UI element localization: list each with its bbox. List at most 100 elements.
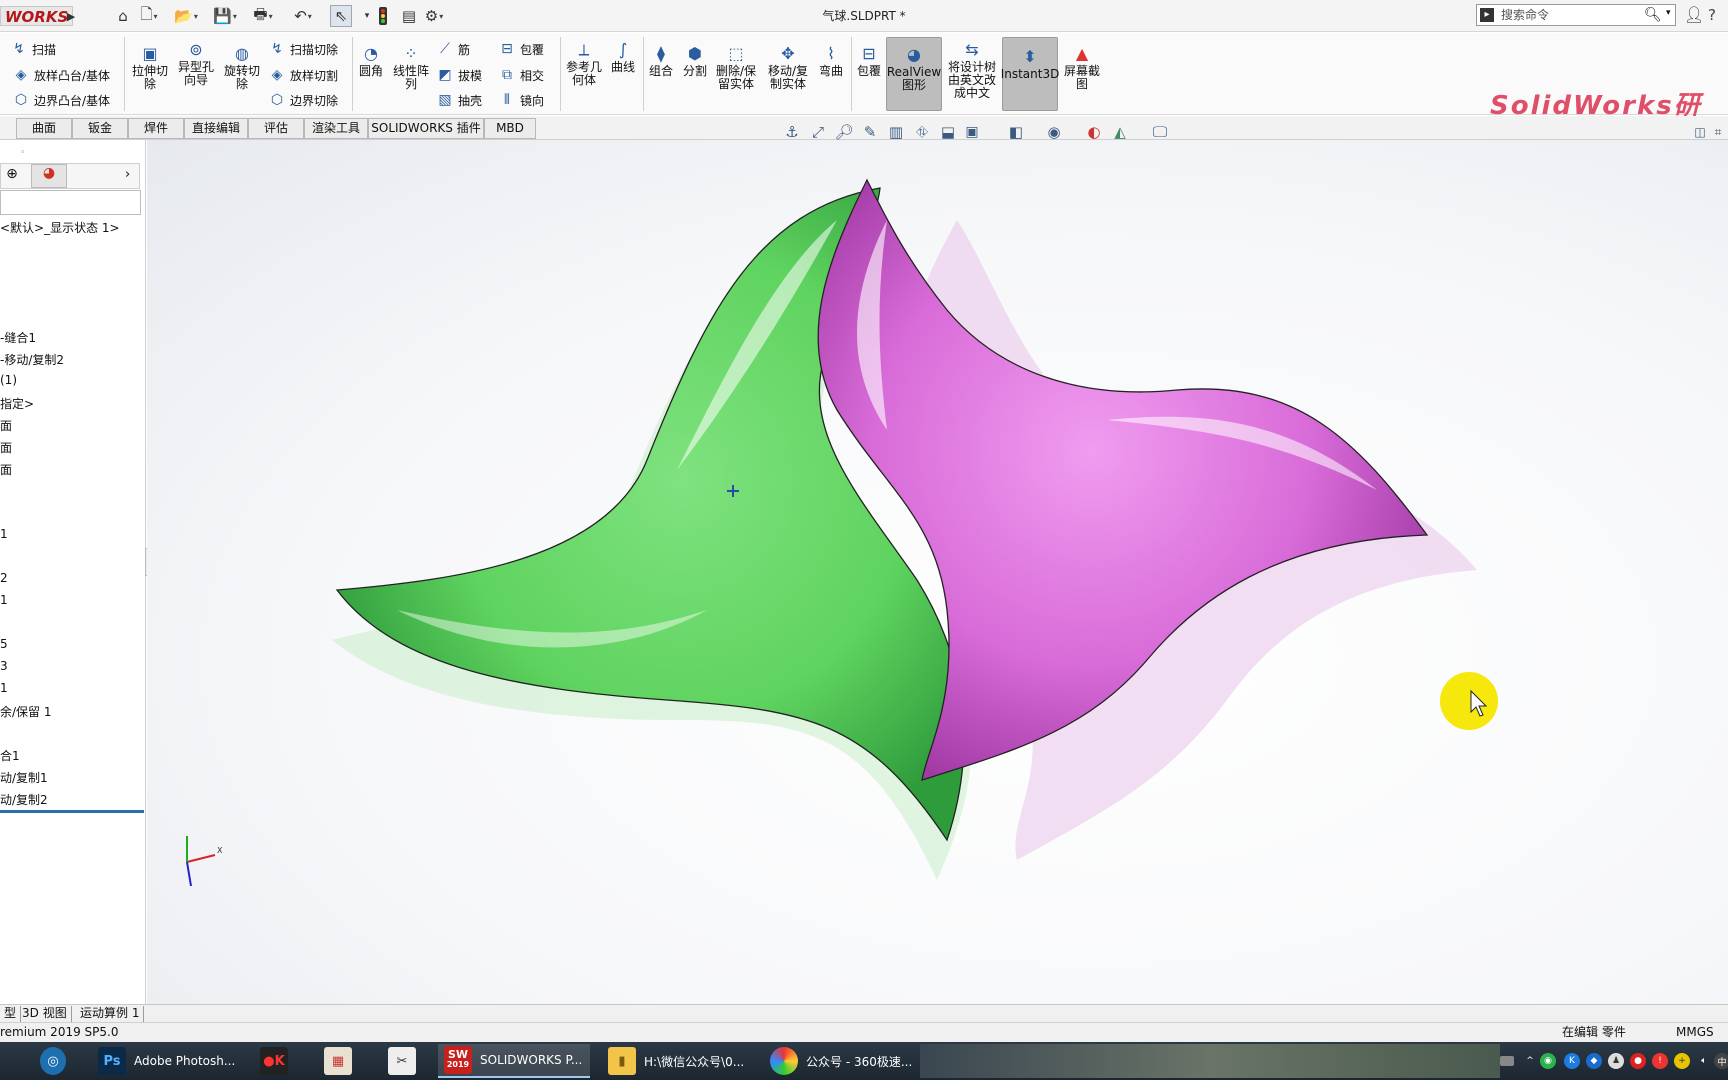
- task-pane-toggle-icon[interactable]: ◫: [1690, 122, 1710, 142]
- tree-item-plane-right[interactable]: 面: [0, 461, 12, 478]
- extruded-cut-button[interactable]: ▣ 拉伸切除: [130, 43, 170, 91]
- edit-appearance-icon[interactable]: ◉: [1044, 122, 1064, 142]
- tab-motion-study[interactable]: 运动算例 1: [76, 1006, 145, 1022]
- tree-item-feature-e[interactable]: 3: [0, 659, 8, 673]
- tree-item-plane-top[interactable]: 面: [0, 439, 12, 456]
- tree-item-feature-f[interactable]: 1: [0, 681, 8, 695]
- zoom-to-fit-icon[interactable]: ⤢: [808, 122, 828, 142]
- taskbar-app-ok[interactable]: ●K: [254, 1044, 298, 1078]
- tree-item-feature-a[interactable]: 1: [0, 527, 8, 541]
- apply-scene-icon[interactable]: ◐: [1084, 122, 1104, 142]
- vpn-tray-icon[interactable]: ◆: [1586, 1053, 1602, 1069]
- tab-3d-views[interactable]: 3D 视图: [18, 1006, 72, 1022]
- tab-sheet-metal[interactable]: 钣金: [72, 118, 128, 139]
- fillet-button[interactable]: ◔ 圆角: [356, 43, 386, 78]
- revolved-cut-button[interactable]: ◍ 旋转切除: [222, 43, 262, 91]
- wrap-button[interactable]: ⊟ 包覆: [498, 39, 544, 59]
- view-settings-icon[interactable]: 🖵︎: [1150, 122, 1170, 142]
- previous-view-icon[interactable]: ⚓︎: [782, 122, 802, 142]
- k-app-tray-icon[interactable]: K: [1564, 1053, 1580, 1069]
- taskbar-solidworks[interactable]: SW 2019 SOLIDWORKS P...: [438, 1044, 590, 1078]
- mirror-button[interactable]: ⫴ 镜向: [498, 90, 544, 110]
- realview-graphics-button[interactable]: ◕ RealView图形: [886, 37, 942, 111]
- scene-icon[interactable]: ◭: [1110, 122, 1130, 142]
- user-account-icon[interactable]: 👤︎: [1684, 5, 1704, 24]
- reference-geometry-button[interactable]: ⟂ 参考几何体: [564, 39, 604, 87]
- taskbar-browser[interactable]: 公众号 - 360极速...: [764, 1044, 916, 1078]
- section-view-icon[interactable]: ✎: [860, 122, 880, 142]
- user-tray-icon[interactable]: ♟: [1608, 1053, 1624, 1069]
- taskbar-app-gallery[interactable]: ▦: [318, 1044, 362, 1078]
- wechat-tray-icon[interactable]: ◉: [1540, 1053, 1556, 1069]
- taskbar-explorer[interactable]: ▮ H:\微信公众号\0...: [602, 1044, 754, 1078]
- magnifier-icon[interactable]: 🔍︎: [1644, 7, 1662, 23]
- plus-tray-icon[interactable]: +: [1674, 1053, 1690, 1069]
- move-copy-body-button[interactable]: ✥ 移动/复制实体: [764, 43, 812, 91]
- tree-item-solid-bodies[interactable]: (1): [0, 373, 17, 387]
- help-icon[interactable]: ?: [1708, 6, 1716, 24]
- configuration-manager-icon[interactable]: ⊕: [1, 166, 23, 186]
- tab-render-tools[interactable]: 渲染工具: [304, 118, 368, 139]
- tab-mbd[interactable]: MBD: [484, 118, 536, 139]
- screen-capture-button[interactable]: ▲ 屏幕截图: [1062, 43, 1102, 91]
- intersect-button[interactable]: ⧉ 相交: [498, 65, 544, 85]
- rib-button[interactable]: ⟋ 筋: [436, 39, 470, 59]
- tree-item-feature-d[interactable]: 5: [0, 637, 8, 651]
- start-button[interactable]: ◎: [34, 1044, 74, 1078]
- volume-tray-icon[interactable]: 🔈︎: [1696, 1053, 1712, 1069]
- lofted-cut-button[interactable]: ◈ 放样切割: [268, 65, 338, 85]
- tray-expand-icon[interactable]: ^: [1522, 1053, 1538, 1069]
- display-manager-icon[interactable]: ◕: [31, 164, 67, 188]
- split-button[interactable]: ⬢ 分割: [680, 43, 710, 78]
- view-orientation-icon[interactable]: ⛗: [912, 122, 932, 142]
- tree-item-move-copy2[interactable]: -移动/复制2: [0, 351, 64, 368]
- display-style-icon[interactable]: ⬓: [938, 122, 958, 142]
- flex-button[interactable]: ⌇ 弯曲: [816, 43, 846, 78]
- tree-item-delete-keep1[interactable]: 余/保留 1: [0, 703, 52, 720]
- translate-tree-button[interactable]: ⇆ 将设计树由英文改成中文: [944, 39, 1000, 100]
- tab-evaluate[interactable]: 评估: [248, 118, 304, 139]
- tab-weldments[interactable]: 焊件: [128, 118, 184, 139]
- display-style-dropdown-icon[interactable]: ▣: [962, 122, 982, 142]
- tree-item-plane-front[interactable]: 面: [0, 417, 12, 434]
- tab-direct-editing[interactable]: 直接编辑: [184, 118, 248, 139]
- zoom-area-icon[interactable]: 🔎︎: [834, 122, 854, 142]
- tree-item-material[interactable]: 指定>: [0, 395, 34, 412]
- tree-filter-input[interactable]: [0, 190, 141, 215]
- tab-solidworks-addins[interactable]: SOLIDWORKS 插件: [368, 118, 484, 139]
- boundary-cut-button[interactable]: ⬡ 边界切除: [268, 90, 338, 110]
- dynamic-annotation-icon[interactable]: ▥: [886, 122, 906, 142]
- instant3d-button[interactable]: ⬍ Instant3D: [1001, 37, 1059, 111]
- linear-pattern-button[interactable]: ⁘ 线性阵列: [392, 43, 430, 91]
- loft-boss-button[interactable]: ◈ 放样凸台/基体: [12, 65, 110, 85]
- tree-item-move-copy2b[interactable]: 动/复制2: [0, 791, 48, 808]
- taskbar-app-snip[interactable]: ✂: [382, 1044, 426, 1078]
- ime-tray-icon[interactable]: 中: [1714, 1053, 1728, 1069]
- tree-item-combine1[interactable]: 合1: [0, 747, 20, 764]
- shell-button[interactable]: ▧ 抽壳: [436, 90, 482, 110]
- graphics-viewport[interactable]: X: [147, 140, 1728, 1006]
- delete-keep-body-button[interactable]: ⬚ 删除/保留实体: [712, 43, 760, 91]
- hole-wizard-button[interactable]: ⊚ 异型孔向导: [176, 39, 216, 87]
- wrap-feature-button[interactable]: ⊟ 包覆: [854, 43, 884, 78]
- record-tray-icon[interactable]: ●: [1630, 1053, 1646, 1069]
- combine-button[interactable]: ⧫ 组合: [646, 43, 676, 78]
- search-dropdown-icon[interactable]: ▾: [1666, 8, 1671, 18]
- swept-cut-button[interactable]: ↯ 扫描切除: [268, 39, 338, 59]
- sweep-button[interactable]: ↯ 扫描: [10, 39, 56, 59]
- taskbar-photoshop[interactable]: Ps Adobe Photosh...: [92, 1044, 242, 1078]
- curves-button[interactable]: ∫ 曲线: [608, 39, 638, 74]
- panel-splitter-icon[interactable]: ◦: [20, 148, 25, 158]
- rollback-bar[interactable]: [0, 810, 144, 813]
- maximize-viewport-icon[interactable]: ⌗: [1708, 122, 1728, 142]
- keyboard-tray-icon[interactable]: [1500, 1056, 1514, 1066]
- panel-next-icon[interactable]: ›: [125, 167, 130, 182]
- tree-item-move-copy1[interactable]: 动/复制1: [0, 769, 48, 786]
- units-selector[interactable]: MMGS: [1676, 1023, 1714, 1042]
- boundary-boss-button[interactable]: ⬡ 边界凸台/基体: [12, 90, 110, 110]
- tree-item-knit1[interactable]: -缝合1: [0, 329, 36, 346]
- draft-button[interactable]: ◩ 拔模: [436, 65, 482, 85]
- alert-tray-icon[interactable]: !: [1652, 1053, 1668, 1069]
- tree-item-feature-c[interactable]: 1: [0, 593, 8, 607]
- tab-surfaces[interactable]: 曲面: [16, 118, 72, 139]
